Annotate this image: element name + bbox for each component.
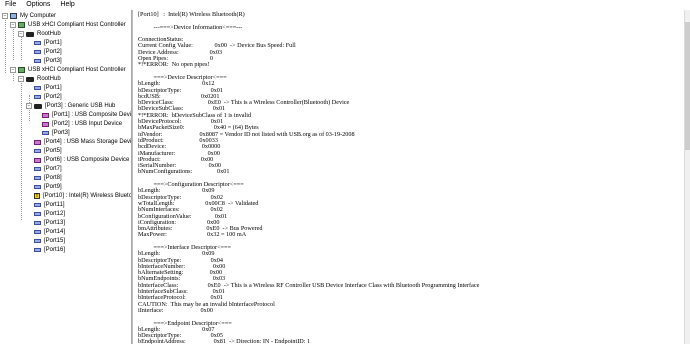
tree-node-label: [Port14] [44, 229, 66, 235]
tree-node-port[interactable]: [Port12] [34, 210, 65, 218]
tree-node-port[interactable]: [Port2] [34, 48, 62, 56]
port-icon [34, 86, 41, 90]
tree-node-label: [Port1] [44, 40, 62, 46]
port-icon [34, 167, 41, 171]
details-scrollbar[interactable] [684, 10, 690, 344]
tree-node-label: [Port10] : Intel(R) Wireless Bluetooth [43, 193, 132, 199]
port-icon [34, 95, 41, 99]
port-icon [34, 248, 41, 252]
port-icon [34, 50, 41, 54]
tree-node-label: [Port15] [44, 238, 66, 244]
port-icon [34, 230, 41, 234]
tree-node-port[interactable]: [Port9] [34, 183, 62, 191]
tree-node-port[interactable]: [Port3] [42, 129, 70, 137]
device-icon [42, 112, 49, 118]
tree-node-label: [Port2] : USB Input Device [52, 121, 123, 127]
port-icon [42, 131, 49, 135]
tree-node-label: [Port2] [44, 94, 62, 100]
tree-node-label: [Port6] : USB Composite Device [44, 157, 130, 163]
tree-node-label: [Port3] [44, 58, 62, 64]
collapse-icon[interactable]: − [18, 76, 24, 82]
port-icon [34, 185, 41, 189]
tree-node-label: [Port16] [44, 247, 66, 253]
collapse-icon[interactable]: − [18, 31, 24, 37]
tree-node-my-computer[interactable]: − My Computer [2, 12, 56, 20]
tree-node-label: [Port7] [44, 166, 62, 172]
tree-node-port[interactable]: [Port8] [34, 174, 62, 182]
tree-node-device[interactable]: [Port1] : USB Composite Device [42, 111, 132, 119]
port-icon [34, 149, 41, 153]
tree-node-label: [Port2] [44, 49, 62, 55]
tree-node-label: [Port5] [44, 148, 62, 154]
port-icon [34, 221, 41, 225]
tree-node-roothub[interactable]: − RootHub [18, 30, 61, 38]
tree-node-port[interactable]: [Port11] [34, 201, 65, 209]
tree-node-host-controller[interactable]: − USB xHCI Compliant Host Controller [10, 66, 126, 74]
tree-node-label: RootHub [37, 31, 61, 37]
controller-icon [18, 22, 25, 28]
port-icon [34, 203, 41, 207]
tree-node-label: [Port12] [44, 211, 66, 217]
hub-icon [26, 76, 34, 82]
device-details-panel[interactable]: [Port10] : Intel(R) Wireless Bluetooth(R… [132, 10, 685, 344]
tree-node-label: [Port13] [44, 220, 66, 226]
tree-node-label: [Port3] : Generic USB Hub [45, 103, 116, 109]
tree-node-port[interactable]: [Port14] [34, 228, 65, 236]
tree-node-label: [Port3] [52, 130, 70, 136]
tree-node-generic-hub[interactable]: − [Port3] : Generic USB Hub [26, 102, 115, 110]
menu-file[interactable]: File [0, 0, 21, 10]
port-icon [34, 176, 41, 180]
tree-node-port[interactable]: [Port1] [34, 39, 62, 47]
tree-node-label: My Computer [20, 13, 57, 19]
tree-node-label: USB xHCI Compliant Host Controller [28, 67, 126, 73]
tree-guide [5, 16, 6, 73]
tree-node-port[interactable]: [Port5] [34, 147, 62, 155]
collapse-icon[interactable]: − [10, 22, 16, 28]
tree-node-port[interactable]: [Port3] [34, 57, 62, 65]
tree-node-port[interactable]: [Port2] [34, 93, 62, 101]
collapse-icon[interactable]: − [10, 67, 16, 73]
tree-node-label: [Port8] [44, 175, 62, 181]
tree-node-label: USB xHCI Compliant Host Controller [28, 22, 126, 28]
tree-node-bluetooth[interactable]: ! [Port10] : Intel(R) Wireless Bluetooth [34, 192, 132, 200]
tree-node-roothub[interactable]: − RootHub [18, 75, 61, 83]
tree-node-device[interactable]: [Port2] : USB Input Device [42, 120, 122, 128]
tree-node-label: RootHub [37, 76, 61, 82]
tree-node-port[interactable]: [Port13] [34, 219, 65, 227]
controller-icon [18, 67, 25, 73]
computer-icon [10, 13, 17, 19]
menu-options[interactable]: Options [21, 0, 55, 10]
tree-node-port[interactable]: [Port15] [34, 237, 65, 245]
collapse-icon[interactable]: − [2, 13, 8, 19]
tree-node-label: [Port4] : USB Mass Storage Device [44, 139, 132, 145]
tree-node-port[interactable]: [Port16] [34, 246, 65, 254]
port-icon [34, 59, 41, 63]
tree-node-label: [Port1] : USB Composite Device [52, 112, 132, 118]
port-icon [34, 212, 41, 216]
device-icon [34, 157, 41, 163]
device-tree[interactable]: − My Computer − USB xHCI Compliant Host … [0, 10, 132, 344]
tree-node-device[interactable]: [Port4] : USB Mass Storage Device [34, 138, 132, 146]
hub-icon [34, 103, 42, 109]
scroll-thumb[interactable] [685, 22, 690, 150]
hub-icon [26, 31, 34, 37]
warning-icon: ! [34, 193, 40, 199]
tree-guide [21, 78, 22, 220]
device-details-text: [Port10] : Intel(R) Wireless Bluetooth(R… [138, 11, 480, 344]
port-icon [34, 41, 41, 45]
tree-node-label: [Port9] [44, 184, 62, 190]
tree-node-port[interactable]: [Port1] [34, 84, 62, 92]
tree-node-device[interactable]: [Port6] : USB Composite Device [34, 156, 129, 164]
tree-guide [13, 25, 14, 60]
tree-node-port[interactable]: [Port7] [34, 165, 62, 173]
collapse-icon[interactable]: − [26, 103, 32, 109]
tree-node-label: [Port1] [44, 85, 62, 91]
device-icon [34, 139, 41, 145]
tree-node-host-controller[interactable]: − USB xHCI Compliant Host Controller [10, 21, 126, 29]
device-icon [42, 121, 49, 127]
tree-node-label: [Port11] [44, 202, 65, 208]
port-icon [34, 239, 41, 243]
menu-help[interactable]: Help [55, 0, 79, 10]
